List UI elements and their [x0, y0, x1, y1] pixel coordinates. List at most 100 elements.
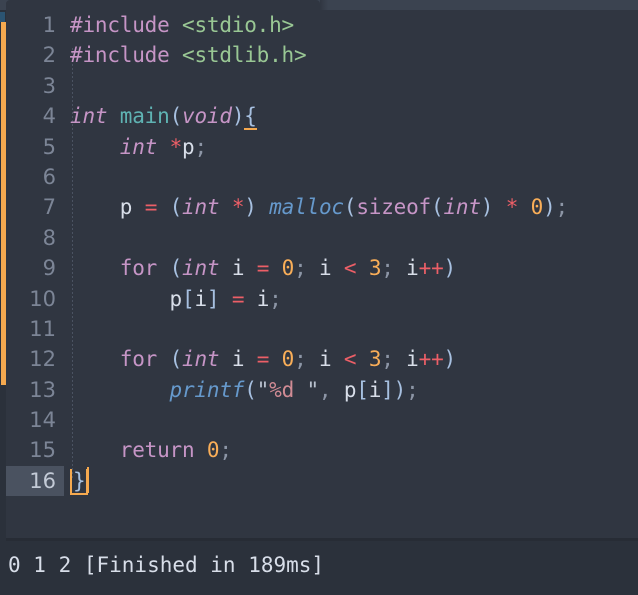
line-number: 7 — [42, 195, 56, 220]
code-line[interactable]: 4 int main(void){ — [6, 101, 638, 131]
code-line[interactable]: 16} — [6, 465, 638, 497]
tab-bar — [0, 0, 638, 10]
token: ) — [543, 195, 556, 220]
code-line[interactable]: 15 return 0; — [6, 435, 638, 465]
code-text: return 0; — [70, 435, 232, 465]
code-text: #include <stdio.h> — [70, 10, 294, 40]
code-line[interactable]: 14 — [6, 405, 638, 435]
token: i — [319, 347, 332, 372]
line-number: 2 — [42, 43, 56, 68]
code-line[interactable]: 7 p = (int *) malloc(sizeof(int) * 0); — [6, 192, 638, 222]
code-text: for (int i = 0; i < 3; i++) — [70, 253, 456, 283]
token: ] — [381, 377, 394, 402]
tab-edge-shadow — [320, 0, 328, 10]
token: ; — [381, 347, 394, 372]
code-line[interactable]: 11 — [6, 314, 638, 344]
line-number: 13 — [29, 377, 56, 402]
token: < — [343, 256, 357, 281]
token: ( — [343, 195, 357, 220]
line-number: 5 — [42, 134, 56, 159]
token: 3 — [368, 347, 382, 372]
line-number: 9 — [42, 256, 56, 281]
token: for — [119, 347, 158, 372]
code-line[interactable]: 13 printf("%d ", p[i]); — [6, 375, 638, 405]
selection-marker — [0, 12, 5, 22]
line-number: 15 — [29, 438, 56, 463]
token: i — [368, 377, 382, 402]
token: return — [119, 438, 195, 463]
token: p — [343, 377, 357, 402]
code-text: #include <stdlib.h> — [70, 40, 307, 70]
code-editor[interactable]: 1 #include <stdio.h> 2 #include <stdlib.h> 3… — [6, 10, 638, 538]
token: 0 — [281, 256, 295, 281]
token: p — [169, 286, 183, 311]
code-line[interactable]: 2 #include <stdlib.h> — [6, 40, 638, 70]
token: i — [231, 256, 245, 281]
code-text: int *p; — [70, 132, 207, 162]
tab-active[interactable] — [6, 0, 320, 10]
token: ++ — [418, 347, 444, 372]
token: , — [318, 377, 332, 402]
line-number: 16 — [29, 468, 56, 493]
token: ; — [406, 377, 419, 402]
token: i — [406, 347, 419, 372]
token: %d — [269, 377, 295, 402]
line-number: 14 — [29, 408, 56, 433]
code-line[interactable]: 8 — [6, 223, 638, 253]
code-line[interactable]: 9 for (int i = 0; i < 3; i++) — [6, 253, 638, 283]
token: ; — [194, 134, 207, 159]
token: [ — [356, 377, 369, 402]
token: i — [256, 286, 270, 311]
code-line[interactable]: 10 p[i] = i; — [6, 284, 638, 314]
code-text: int main(void){ — [70, 101, 257, 131]
token: ) — [244, 195, 257, 220]
token: ) — [443, 347, 457, 372]
code-line[interactable]: 3 — [6, 71, 638, 101]
build-output-panel[interactable]: 0 1 2 [Finished in 189ms] — [6, 541, 638, 595]
token: ) — [480, 195, 494, 220]
token: p — [182, 134, 195, 159]
token: 0 — [530, 195, 544, 220]
code-line[interactable]: 12 for (int i = 0; i < 3; i++) — [6, 344, 638, 374]
token: = — [144, 195, 158, 220]
token: i — [231, 347, 245, 372]
token: for — [119, 256, 158, 281]
token: ( — [169, 104, 183, 129]
token: ) — [231, 104, 245, 129]
code-text: p = (int *) malloc(sizeof(int) * 0); — [70, 192, 568, 222]
code-line[interactable]: 1 #include <stdio.h> — [6, 10, 638, 40]
token: ( — [431, 195, 444, 220]
token: 0 — [281, 347, 295, 372]
code-line[interactable]: 5 int *p; — [6, 132, 638, 162]
token: = — [256, 347, 270, 372]
token: } — [70, 468, 89, 495]
token: ; — [381, 256, 394, 281]
token: i — [319, 256, 332, 281]
code-line[interactable]: 6 — [6, 162, 638, 192]
token: main — [119, 104, 170, 129]
code-text: for (int i = 0; i < 3; i++) — [70, 344, 456, 374]
token: int — [182, 256, 220, 281]
token: " — [306, 377, 319, 402]
token: #include — [70, 43, 170, 68]
